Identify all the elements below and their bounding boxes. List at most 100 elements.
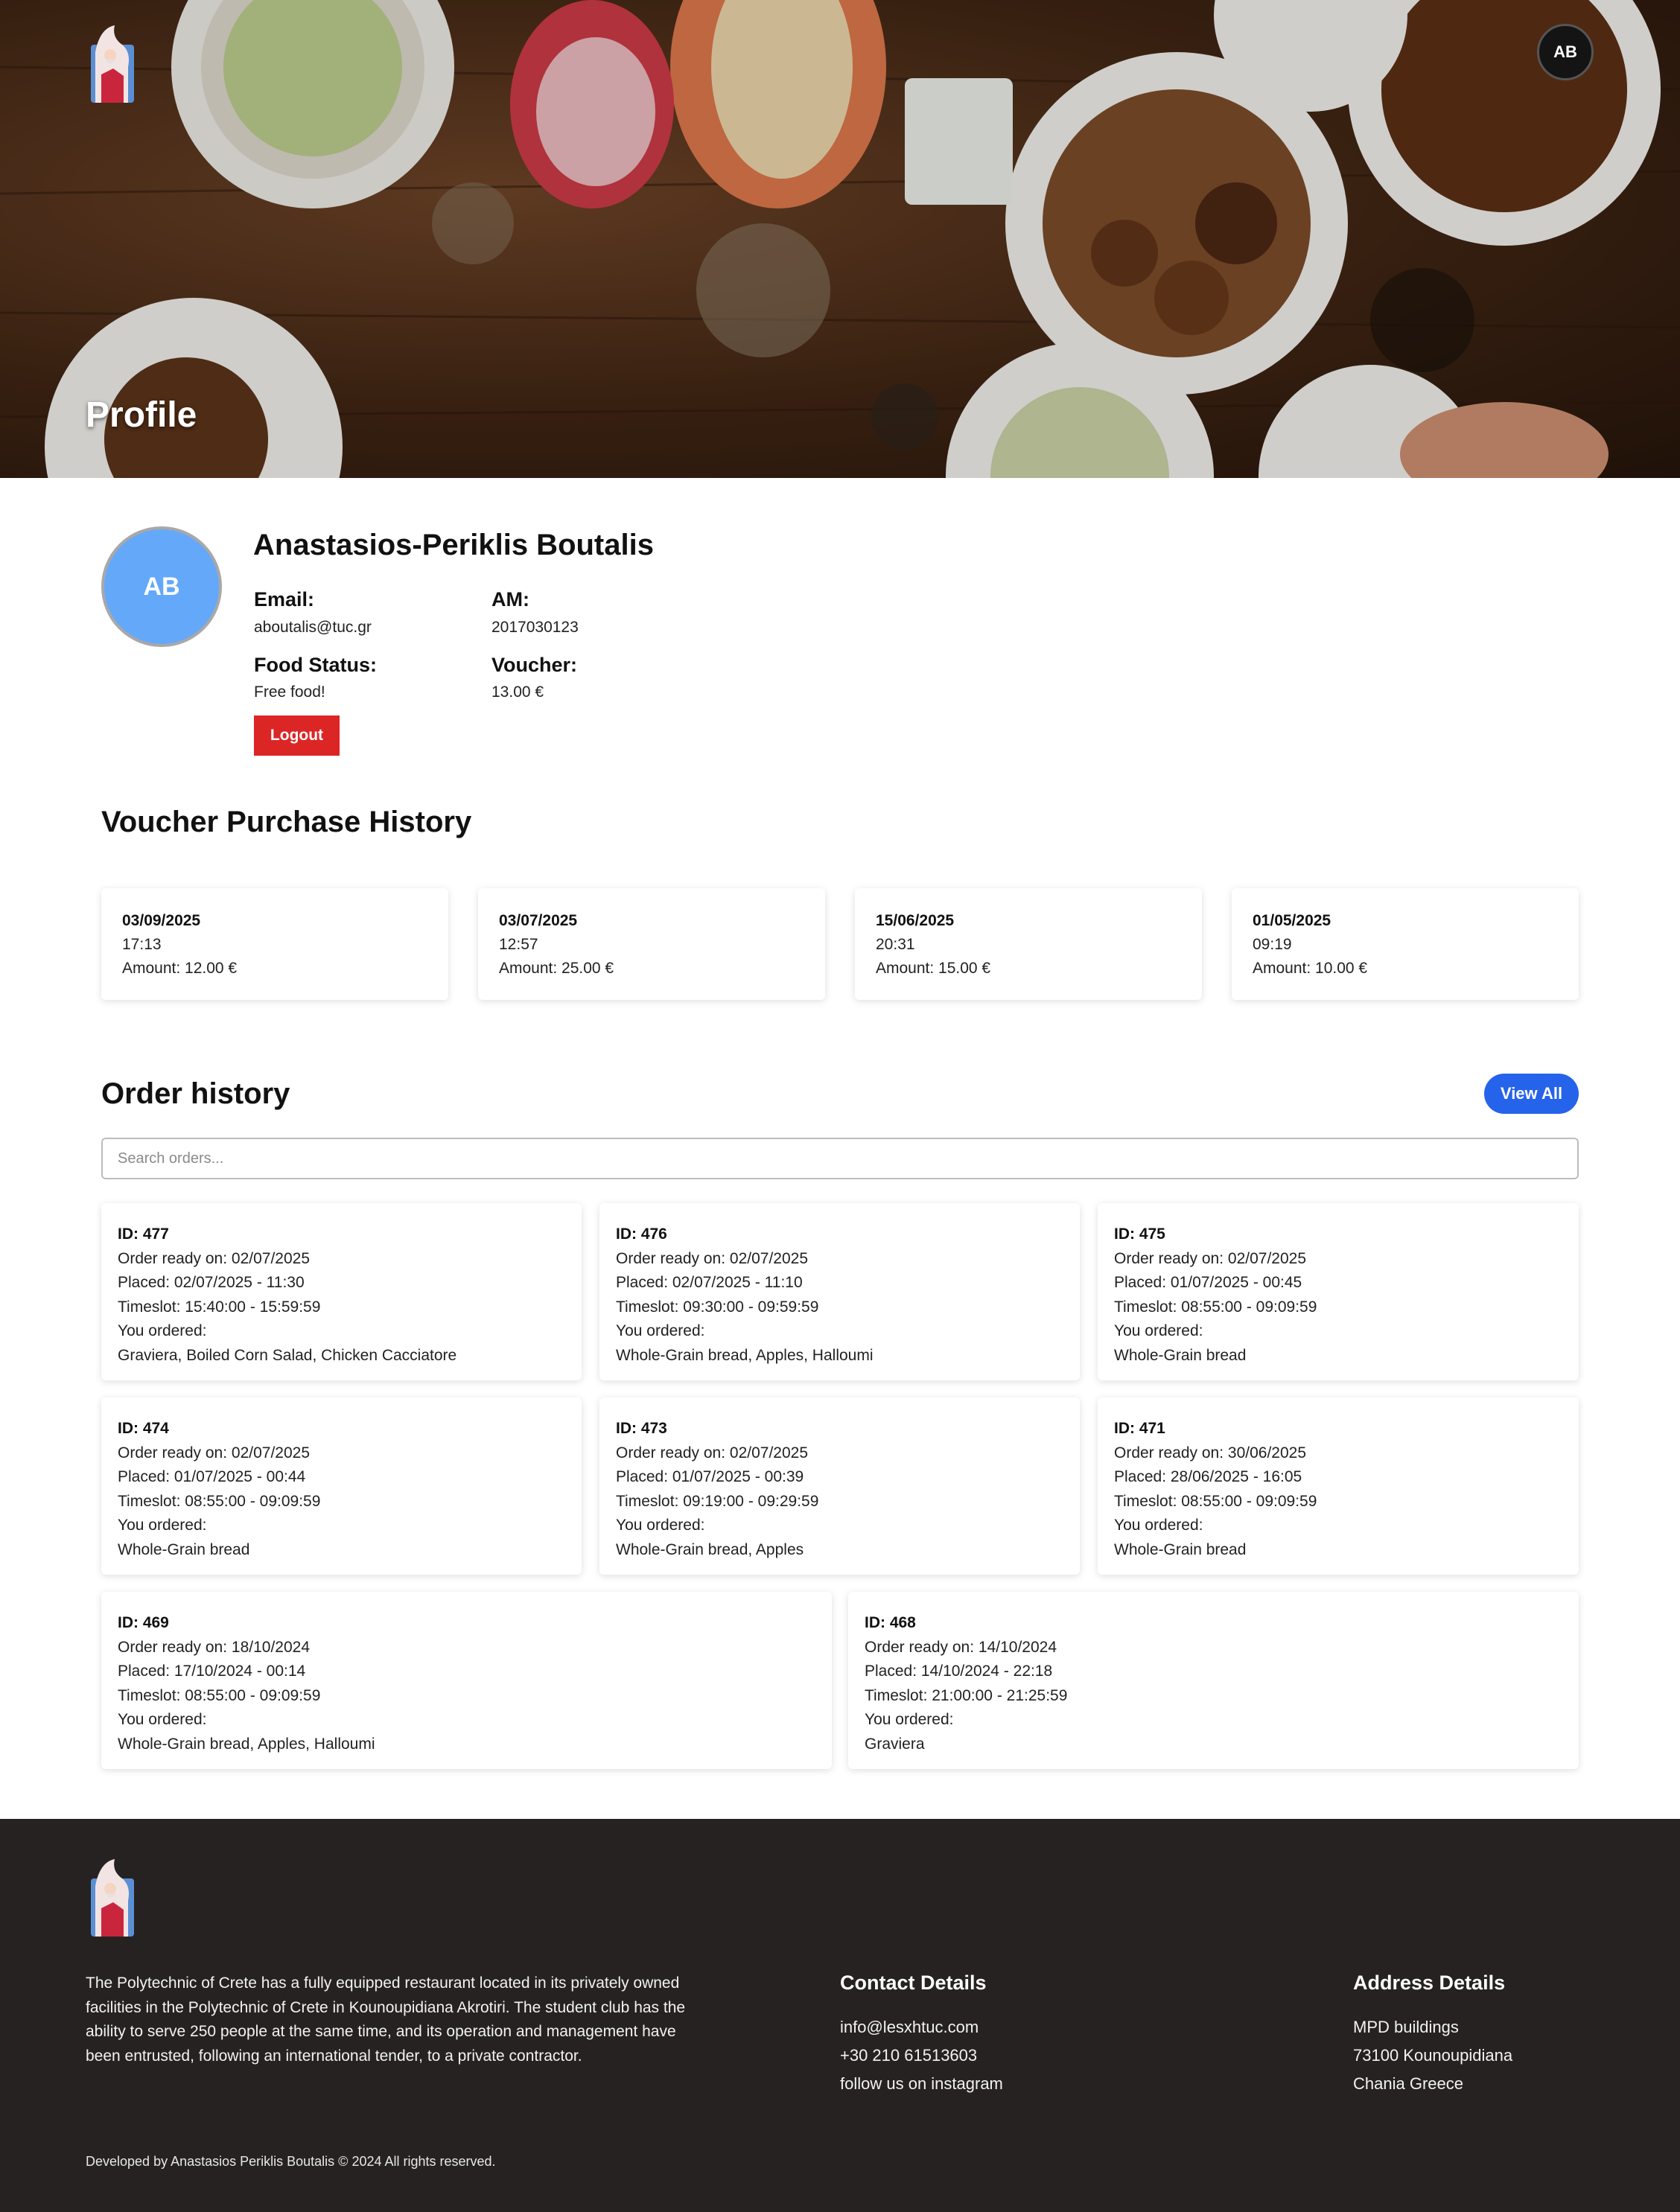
order-card[interactable]: ID: 473 Order ready on: 02/07/2025 Place…	[599, 1397, 1080, 1575]
order-ready: Order ready on: 02/07/2025	[616, 1249, 809, 1267]
order-id: ID: 469	[118, 1614, 169, 1631]
logout-button[interactable]: Logout	[254, 715, 340, 756]
order-placed: Placed: 01/07/2025 - 00:39	[616, 1468, 804, 1485]
hero-banner: AB Profile	[0, 0, 1680, 478]
order-ordered-label: You ordered:	[616, 1322, 705, 1339]
order-placed: Placed: 28/06/2025 - 16:05	[1114, 1468, 1302, 1485]
address-line: MPD buildings	[1353, 2018, 1459, 2036]
order-placed: Placed: 14/10/2024 - 22:18	[865, 1663, 1053, 1680]
order-history-title: Order history	[101, 1077, 290, 1110]
contact-email-link[interactable]: info@lesxhtuc.com	[840, 2018, 979, 2037]
voucher-card: 15/06/2025 20:31 Amount: 15.00 €	[855, 888, 1202, 1000]
order-ordered-label: You ordered:	[118, 1322, 207, 1339]
voucher-amount: Amount: 12.00 €	[122, 960, 238, 977]
order-ready: Order ready on: 02/07/2025	[1114, 1249, 1307, 1267]
voucher-label: Voucher:	[491, 654, 578, 676]
footer: The Polytechnic of Crete has a fully equ…	[0, 1819, 1680, 2212]
order-id: ID: 471	[1114, 1420, 1165, 1437]
order-ordered-label: You ordered:	[118, 1517, 207, 1534]
instagram-link[interactable]: follow us on instagram	[840, 2074, 1003, 2094]
order-items: Whole-Grain bread, Apples, Halloumi	[118, 1735, 375, 1753]
search-orders-input[interactable]	[101, 1138, 1579, 1179]
voucher-card: 03/09/2025 17:13 Amount: 12.00 €	[101, 888, 448, 1000]
order-placed: Placed: 01/07/2025 - 00:45	[1114, 1274, 1302, 1291]
voucher-history-title: Voucher Purchase History	[101, 806, 472, 838]
order-id: ID: 475	[1114, 1225, 1165, 1243]
voucher-time: 20:31	[876, 936, 915, 953]
order-id: ID: 474	[118, 1420, 169, 1437]
order-id: ID: 468	[865, 1614, 916, 1631]
am-label: AM:	[491, 588, 529, 611]
order-card[interactable]: ID: 471 Order ready on: 30/06/2025 Place…	[1098, 1397, 1579, 1575]
email-label: Email:	[254, 588, 315, 611]
order-card[interactable]: ID: 468 Order ready on: 14/10/2024 Place…	[848, 1592, 1579, 1769]
order-ready: Order ready on: 02/07/2025	[616, 1444, 809, 1462]
email-value: aboutalis@tuc.gr	[254, 619, 372, 636]
profile-name: Anastasios-Periklis Boutalis	[253, 529, 654, 561]
order-items: Graviera	[865, 1735, 925, 1753]
order-timeslot: Timeslot: 21:00:00 - 21:25:59	[865, 1686, 1068, 1704]
order-items: Whole-Grain bread	[118, 1540, 250, 1558]
order-card[interactable]: ID: 474 Order ready on: 02/07/2025 Place…	[101, 1397, 582, 1575]
voucher-card: 01/05/2025 09:19 Amount: 10.00 €	[1232, 888, 1579, 1000]
order-placed: Placed: 17/10/2024 - 00:14	[118, 1663, 306, 1680]
profile-avatar: AB	[101, 526, 222, 647]
order-ordered-label: You ordered:	[616, 1517, 705, 1534]
food-status-label: Food Status:	[254, 654, 377, 676]
user-avatar-button[interactable]: AB	[1537, 24, 1594, 80]
order-card[interactable]: ID: 475 Order ready on: 02/07/2025 Place…	[1098, 1203, 1579, 1380]
order-card[interactable]: ID: 476 Order ready on: 02/07/2025 Place…	[599, 1203, 1080, 1380]
order-id: ID: 476	[616, 1225, 667, 1243]
order-ready: Order ready on: 30/06/2025	[1114, 1444, 1307, 1462]
order-timeslot: Timeslot: 09:19:00 - 09:29:59	[616, 1492, 819, 1510]
mascot-logo-icon	[91, 1859, 134, 1937]
contact-details-heading: Contact Details	[840, 1972, 987, 1994]
voucher-date: 03/07/2025	[499, 912, 578, 929]
order-timeslot: Timeslot: 08:55:00 - 09:09:59	[1114, 1492, 1317, 1510]
mascot-logo-icon[interactable]	[85, 22, 139, 106]
order-placed: Placed: 02/07/2025 - 11:10	[616, 1274, 803, 1291]
order-ready: Order ready on: 18/10/2024	[118, 1638, 311, 1656]
order-ordered-label: You ordered:	[1114, 1322, 1203, 1339]
food-table-image	[0, 0, 1680, 478]
order-ready: Order ready on: 02/07/2025	[118, 1249, 311, 1267]
order-items: Whole-Grain bread, Apples, Halloumi	[616, 1346, 874, 1364]
voucher-time: 17:13	[122, 936, 162, 953]
address-line: 73100 Kounoupidiana	[1353, 2046, 1513, 2065]
contact-phone-link[interactable]: +30 210 61513603	[840, 2046, 977, 2065]
voucher-amount: Amount: 15.00 €	[876, 960, 991, 977]
page-title: Profile	[86, 395, 197, 435]
order-ordered-label: You ordered:	[865, 1711, 954, 1728]
order-timeslot: Timeslot: 15:40:00 - 15:59:59	[118, 1298, 321, 1316]
order-timeslot: Timeslot: 08:55:00 - 09:09:59	[118, 1492, 321, 1510]
food-status-value: Free food!	[254, 683, 325, 701]
order-id: ID: 473	[616, 1420, 667, 1437]
order-id: ID: 477	[118, 1225, 169, 1243]
order-ready: Order ready on: 14/10/2024	[865, 1638, 1057, 1656]
voucher-card: 03/07/2025 12:57 Amount: 25.00 €	[478, 888, 825, 1000]
order-items: Whole-Grain bread	[1114, 1346, 1247, 1364]
order-timeslot: Timeslot: 09:30:00 - 09:59:59	[616, 1298, 819, 1316]
order-card[interactable]: ID: 477 Order ready on: 02/07/2025 Place…	[101, 1203, 582, 1380]
order-timeslot: Timeslot: 08:55:00 - 09:09:59	[118, 1686, 321, 1704]
view-all-button[interactable]: View All	[1484, 1074, 1579, 1114]
am-value: 2017030123	[491, 619, 579, 636]
voucher-date: 03/09/2025	[122, 912, 201, 929]
order-card[interactable]: ID: 469 Order ready on: 18/10/2024 Place…	[101, 1592, 832, 1769]
voucher-amount: Amount: 10.00 €	[1253, 960, 1368, 977]
footer-about-text: The Polytechnic of Crete has a fully equ…	[86, 1974, 686, 2065]
order-ready: Order ready on: 02/07/2025	[118, 1444, 311, 1462]
voucher-amount: Amount: 25.00 €	[499, 960, 614, 977]
voucher-time: 09:19	[1253, 936, 1292, 953]
copyright-text: Developed by Anastasios Periklis Boutali…	[86, 2154, 496, 2169]
address-line: Chania Greece	[1353, 2074, 1463, 2093]
order-items: Graviera, Boiled Corn Salad, Chicken Cac…	[118, 1346, 457, 1364]
order-timeslot: Timeslot: 08:55:00 - 09:09:59	[1114, 1298, 1317, 1316]
voucher-date: 15/06/2025	[876, 912, 955, 929]
address-details-heading: Address Details	[1353, 1972, 1506, 1994]
order-items: Whole-Grain bread, Apples	[616, 1540, 804, 1558]
voucher-time: 12:57	[499, 936, 538, 953]
order-placed: Placed: 02/07/2025 - 11:30	[118, 1274, 305, 1291]
voucher-value: 13.00 €	[491, 683, 544, 701]
order-items: Whole-Grain bread	[1114, 1540, 1247, 1558]
